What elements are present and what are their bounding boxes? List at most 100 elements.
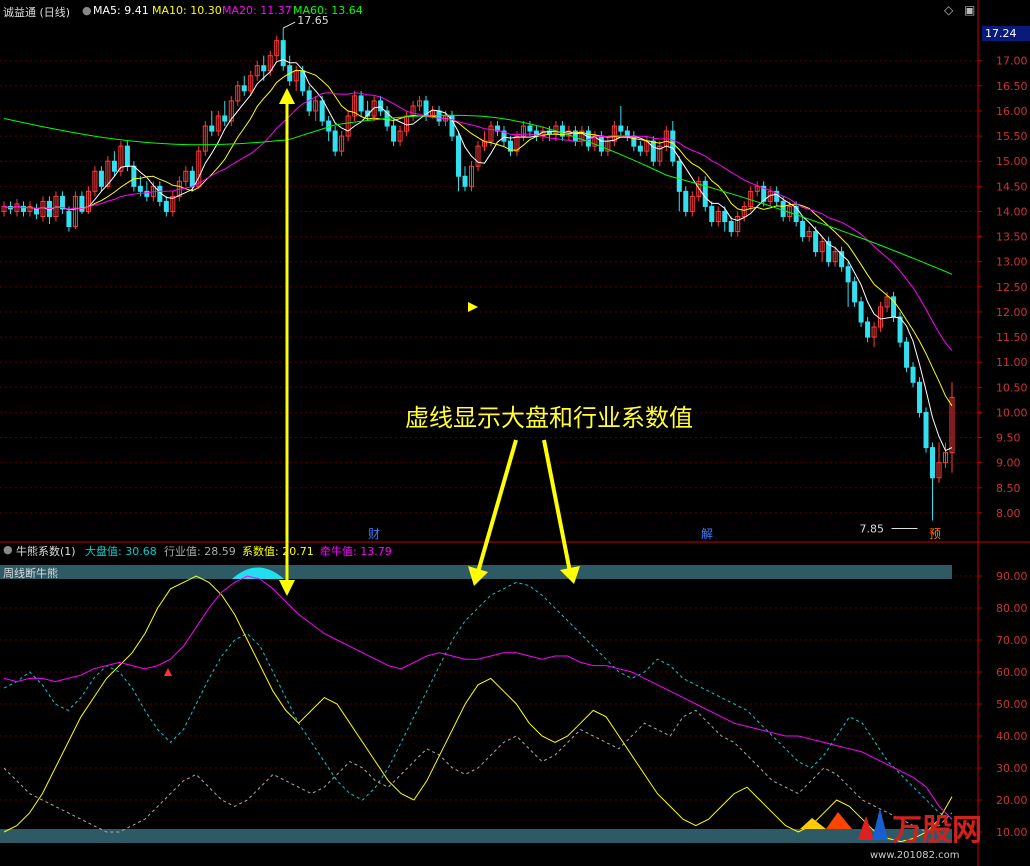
upper-y-tick-label: 12.00	[996, 306, 1028, 319]
candle-body	[670, 130, 676, 162]
upper-y-tick-label: 8.00	[996, 507, 1021, 520]
arrow-head-up	[279, 88, 295, 104]
candle-body	[702, 180, 708, 207]
candle-body	[865, 321, 871, 338]
upper-y-tick-label: 13.50	[996, 231, 1028, 244]
candle-body	[917, 381, 923, 413]
candle-body	[319, 100, 325, 122]
candle-body	[624, 130, 630, 137]
candle-body	[709, 205, 715, 222]
candle-body	[585, 130, 591, 147]
candle-body	[923, 411, 929, 449]
arrow-head-down	[279, 580, 295, 596]
upper-y-tick-label: 17.00	[996, 55, 1028, 68]
upper-y-tick-label: 15.50	[996, 130, 1028, 143]
lower-y-tick-label: 50.00	[996, 698, 1028, 711]
hangye-line	[3, 709, 953, 833]
candle-body	[637, 145, 643, 152]
upper-y-tick-label: 9.50	[996, 432, 1021, 445]
candle-body	[378, 100, 384, 112]
ma5-legend: MA5: 9.41	[93, 4, 149, 17]
candle-body	[728, 220, 734, 233]
upper-y-tick-label: 8.50	[996, 482, 1021, 495]
candle-body	[189, 170, 195, 187]
diamond-icon[interactable]: ◇	[944, 3, 953, 17]
upper-y-tick-label: 13.00	[996, 256, 1028, 269]
qianniu-legend: 牵牛值: 13.79	[320, 545, 392, 558]
upper-y-tick-label: 16.00	[996, 105, 1028, 118]
candle-body	[358, 95, 364, 112]
stock-chart-window: 17.00 16.50 16.00 15.50 15.00 14.50 14.00 13.50…	[0, 0, 1030, 866]
hangye-legend: 行业值: 28.59	[164, 545, 236, 558]
candle-body	[930, 447, 936, 479]
candle-body	[858, 301, 864, 323]
current-price-badge: 17.24	[982, 26, 1030, 41]
lower-y-tick-label: 70.00	[996, 634, 1028, 647]
watermark-logo: 万股网 www.201082.com	[858, 802, 1008, 862]
xishu-line	[3, 575, 953, 843]
watermark-url: www.201082.com	[870, 850, 960, 861]
bottom-fill-2	[826, 812, 852, 829]
upper-y-tick-label: 12.50	[996, 281, 1028, 294]
lower-y-tick-label: 90.00	[996, 570, 1028, 583]
upper-y-tick-label: 11.00	[996, 356, 1028, 369]
low-price-label: 7.85	[860, 522, 885, 535]
upper-y-tick-label: 14.00	[996, 205, 1028, 218]
upper-y-tick-label: 10.00	[996, 406, 1028, 419]
candle-body	[631, 135, 637, 147]
upper-y-tick-label: 15.00	[996, 155, 1028, 168]
lower-y-tick-label: 40.00	[996, 730, 1028, 743]
event-marker: 解	[701, 527, 713, 541]
dapan-line	[3, 581, 953, 820]
stock-name-title[interactable]: 诚益通 (日线)	[3, 4, 70, 20]
watermark-brand: 万股网	[892, 813, 982, 848]
band-label: 周线断牛熊	[3, 567, 58, 580]
lower-y-tick-label: 30.00	[996, 762, 1028, 775]
candle-body	[66, 210, 72, 228]
lower-y-tick-label: 80.00	[996, 602, 1028, 615]
window-maximize-icon[interactable]: ▣	[964, 3, 975, 17]
lower-y-tick-label: 60.00	[996, 666, 1028, 679]
ma10-legend: MA10: 10.30	[152, 4, 222, 17]
candle-body	[904, 341, 910, 368]
candle-body	[897, 316, 903, 343]
annotation-arrow-left	[476, 439, 518, 573]
high-label-pointer	[282, 21, 296, 29]
candle-body	[650, 140, 656, 162]
candle-body	[910, 366, 916, 383]
candle-body	[780, 200, 786, 217]
candle-body	[845, 266, 851, 283]
xishu-legend: 系数值: 20.71	[242, 545, 314, 558]
upper-y-tick-label: 11.50	[996, 331, 1028, 344]
bottom-band	[0, 829, 952, 843]
candle-body	[98, 170, 104, 187]
indicator-title[interactable]: 牛熊系数(1)	[16, 543, 76, 559]
candle-body	[722, 210, 728, 222]
candle-body	[33, 208, 39, 215]
candle-body	[280, 40, 286, 67]
settings-dot-icon[interactable]: ●	[82, 4, 92, 17]
candle-body	[676, 160, 682, 192]
candle-body	[111, 160, 117, 172]
event-marker: 预	[929, 527, 941, 541]
candle-body	[436, 110, 442, 122]
candle-body	[527, 125, 533, 132]
candle-body	[222, 115, 228, 122]
candle-body	[462, 175, 468, 187]
ma60-legend: MA60: 13.64	[293, 4, 363, 17]
candle-body	[813, 231, 819, 253]
candle-body	[456, 135, 462, 177]
candle-body	[209, 125, 215, 132]
candle-body	[131, 165, 137, 187]
ma20-legend: MA20: 11.37	[222, 4, 292, 17]
triangle-marker	[468, 302, 478, 312]
candle-body	[163, 200, 169, 212]
candle-body	[332, 130, 338, 152]
bottom-fill-1	[800, 818, 826, 829]
candle-body	[800, 220, 806, 238]
upper-y-tick-label: 9.00	[996, 457, 1021, 470]
upper-y-tick-label: 10.50	[996, 381, 1028, 394]
collapse-icon[interactable]: ●	[3, 543, 13, 556]
chart-canvas: 17.00 16.50 16.00 15.50 15.00 14.50 14.00 13.50…	[0, 0, 1030, 866]
annotation-arrow-right	[542, 439, 572, 573]
